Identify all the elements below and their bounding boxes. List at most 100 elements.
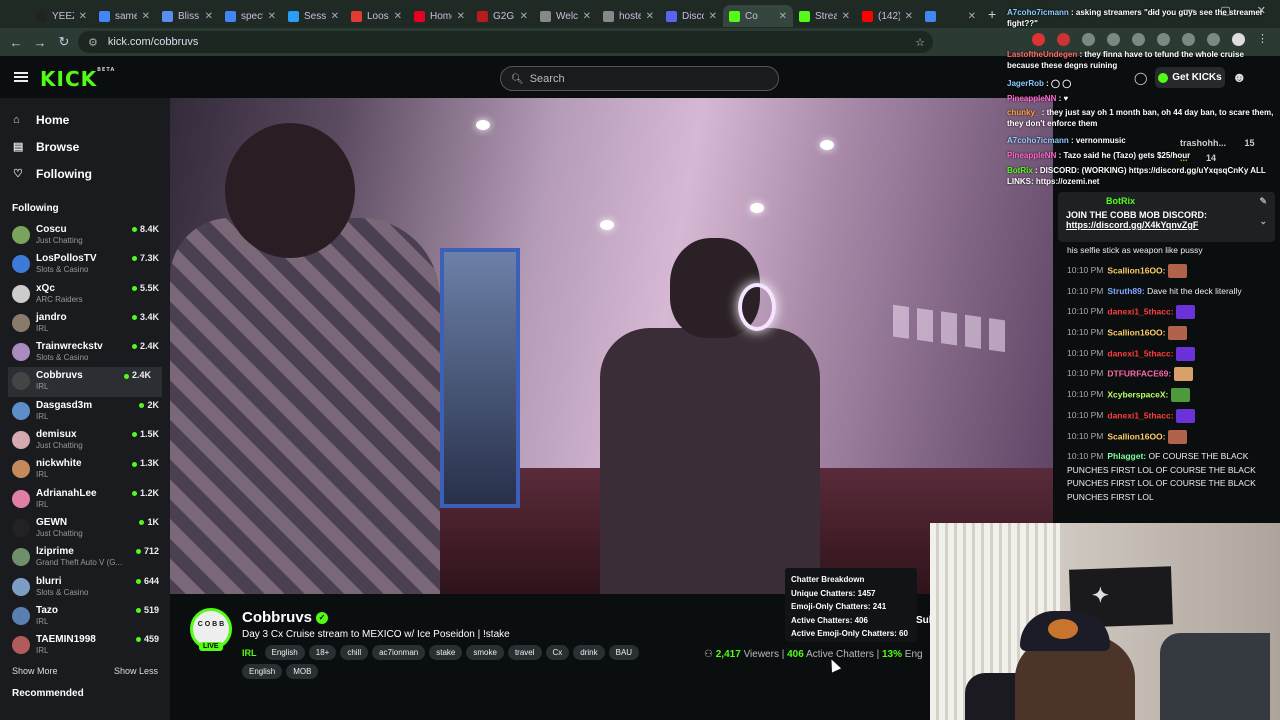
tag-chip[interactable]: English — [264, 645, 305, 660]
chat-username[interactable]: DTFURFACE69: — [1107, 368, 1171, 378]
streamer-name[interactable]: Cobbruvs ✓ — [242, 609, 329, 626]
site-info-icon[interactable]: ⚙ — [88, 36, 98, 49]
followed-channel[interactable]: lziprime Grand Theft Auto V (G... 712 — [0, 543, 170, 572]
extension-icon[interactable] — [1032, 33, 1045, 46]
pin-icon[interactable]: ✎ — [1259, 196, 1267, 207]
browser-tab[interactable]: YEEZY ✕ — [30, 5, 93, 27]
chat-username[interactable]: XcyberspaceX: — [1107, 389, 1168, 399]
active-chatters-count[interactable]: 406 — [787, 649, 804, 660]
extension-icon[interactable] — [1082, 33, 1095, 46]
profile-avatar-icon[interactable] — [1232, 33, 1245, 46]
tab-close-icon[interactable]: ✕ — [331, 11, 339, 22]
browser-tab[interactable]: Home ✕ — [408, 5, 471, 27]
browser-tab[interactable]: Bliss ✕ — [156, 5, 219, 27]
followed-channel[interactable]: Trainwreckstv Slots & Casino 2.4K — [0, 338, 170, 367]
followed-channel[interactable]: GEWN Just Chatting 1K — [0, 514, 170, 543]
chat-username[interactable]: Phlagget: — [1107, 451, 1146, 461]
browser-tab[interactable]: Strean ✕ — [793, 5, 856, 27]
tab-close-icon[interactable]: ✕ — [646, 11, 654, 22]
browser-tab[interactable]: (142) ✕ — [856, 5, 919, 27]
tag-chip[interactable]: BAU — [608, 645, 640, 660]
address-bar[interactable]: ⚙ kick.com/cobbruvs ☆ — [78, 31, 933, 53]
followed-channel[interactable]: xQc ARC Raiders 5.5K — [0, 280, 170, 309]
browser-tab[interactable]: ✕ — [919, 5, 982, 27]
followed-channel[interactable]: blurri Slots & Casino 644 — [0, 573, 170, 602]
tab-close-icon[interactable]: ✕ — [583, 11, 591, 22]
followed-channel[interactable]: Coscu Just Chatting 8.4K — [0, 221, 170, 250]
show-less-button[interactable]: Show Less — [114, 666, 158, 676]
followed-channel[interactable]: Tazo IRL 519 — [0, 602, 170, 631]
sidebar-nav-browse[interactable]: ▤ Browse — [0, 133, 170, 160]
followed-channel[interactable]: TAEMIN1998 IRL 459 — [0, 631, 170, 660]
tag-chip[interactable]: stake — [429, 645, 463, 660]
chat-username[interactable]: danexi1_5thacc: — [1107, 348, 1173, 358]
tab-close-icon[interactable]: ✕ — [709, 11, 717, 22]
pinned-link[interactable]: https://discord.gg/X4kYqnvZgF — [1066, 220, 1267, 230]
chevron-down-icon[interactable]: ⌄ — [1259, 216, 1267, 227]
tag-chip[interactable]: smoke — [466, 645, 504, 660]
browser-tab[interactable]: Loose ✕ — [345, 5, 408, 27]
tab-close-icon[interactable]: ✕ — [268, 11, 276, 22]
back-icon[interactable]: ← — [4, 35, 28, 50]
browser-tab[interactable]: specti ✕ — [219, 5, 282, 27]
tag-chip[interactable]: MOB — [286, 664, 319, 679]
menu-dots-icon[interactable]: ⋮ — [1257, 33, 1270, 46]
extension-icon[interactable] — [1182, 33, 1195, 46]
extension-icon[interactable] — [1132, 33, 1145, 46]
chat-username[interactable]: Scallion16OO: — [1107, 327, 1165, 337]
tab-close-icon[interactable]: ✕ — [205, 11, 213, 22]
user-menu-icon[interactable]: ☻ — [1232, 69, 1250, 87]
tab-close-icon[interactable]: ✕ — [520, 11, 528, 22]
sidebar-nav-home[interactable]: ⌂ Home — [0, 106, 170, 133]
chat-username[interactable]: danexi1_5thacc: — [1107, 306, 1173, 316]
show-more-button[interactable]: Show More — [12, 666, 58, 676]
browser-tab[interactable]: Welco ✕ — [534, 5, 597, 27]
browser-tab[interactable]: same ✕ — [93, 5, 156, 27]
extension-icon[interactable] — [1057, 33, 1070, 46]
new-tab-icon[interactable]: + — [988, 6, 996, 22]
tab-close-icon[interactable]: ✕ — [779, 11, 787, 22]
followed-channel[interactable]: Cobbruvs IRL 2.4K — [8, 367, 162, 397]
tag-chip[interactable]: drink — [573, 645, 605, 660]
tab-close-icon[interactable]: ✕ — [79, 11, 87, 22]
followed-channel[interactable]: AdrianahLee IRL 1.2K — [0, 485, 170, 514]
menu-icon[interactable] — [14, 72, 28, 82]
search-input[interactable]: 🔍︎ Search — [500, 66, 779, 91]
tab-close-icon[interactable]: ✕ — [968, 11, 976, 22]
tab-close-icon[interactable]: ✕ — [905, 11, 913, 22]
tab-close-icon[interactable]: ✕ — [142, 11, 150, 22]
forward-icon[interactable]: → — [28, 35, 52, 50]
chat-username[interactable]: Struth89: — [1107, 286, 1144, 296]
active-chatters-label[interactable]: Active Chatters — [806, 649, 874, 660]
extension-icon[interactable] — [1107, 33, 1120, 46]
browser-tab[interactable]: G2G ✕ — [471, 5, 534, 27]
tag-chip[interactable]: Cx — [545, 645, 570, 660]
extension-icon[interactable] — [1157, 33, 1170, 46]
browser-tab[interactable]: Disco ✕ — [660, 5, 723, 27]
browser-tab[interactable]: Co ✕ — [723, 5, 793, 27]
tag-chip[interactable]: chill — [340, 645, 369, 660]
extension-icon[interactable] — [1207, 33, 1220, 46]
tag-chip[interactable]: 18+ — [308, 645, 337, 660]
tab-close-icon[interactable]: ✕ — [842, 11, 850, 22]
followed-channel[interactable]: nickwhite IRL 1.3K — [0, 455, 170, 484]
chat-username[interactable]: danexi1_5thacc: — [1107, 410, 1173, 420]
chat-username[interactable]: Scallion16OO: — [1107, 431, 1165, 441]
tag-chip[interactable]: ac7ionman — [372, 645, 426, 660]
followed-channel[interactable]: jandro IRL 3.4K — [0, 309, 170, 338]
tag-chip[interactable]: travel — [507, 645, 542, 660]
browser-tab[interactable]: Sessio ✕ — [282, 5, 345, 27]
video-player[interactable]: ▮▮▮▮▮ — [170, 98, 1053, 594]
browser-tab[interactable]: hostea ✕ — [597, 5, 660, 27]
chat-username[interactable]: Scallion16OO: — [1107, 265, 1165, 275]
bookmark-star-icon[interactable]: ☆ — [915, 36, 925, 49]
followed-channel[interactable]: Dasgasd3m IRL 2K — [0, 397, 170, 426]
chat-icon[interactable]: ◯ — [1134, 71, 1147, 85]
category-link[interactable]: IRL — [242, 648, 257, 658]
tab-close-icon[interactable]: ✕ — [457, 11, 465, 22]
tab-close-icon[interactable]: ✕ — [394, 11, 402, 22]
sidebar-nav-following[interactable]: ♡ Following — [0, 160, 170, 187]
reload-icon[interactable]: ↻ — [52, 34, 76, 50]
followed-channel[interactable]: LosPollosTV Slots & Casino 7.3K — [0, 250, 170, 279]
kick-logo[interactable]: KICKBETA — [40, 67, 115, 91]
